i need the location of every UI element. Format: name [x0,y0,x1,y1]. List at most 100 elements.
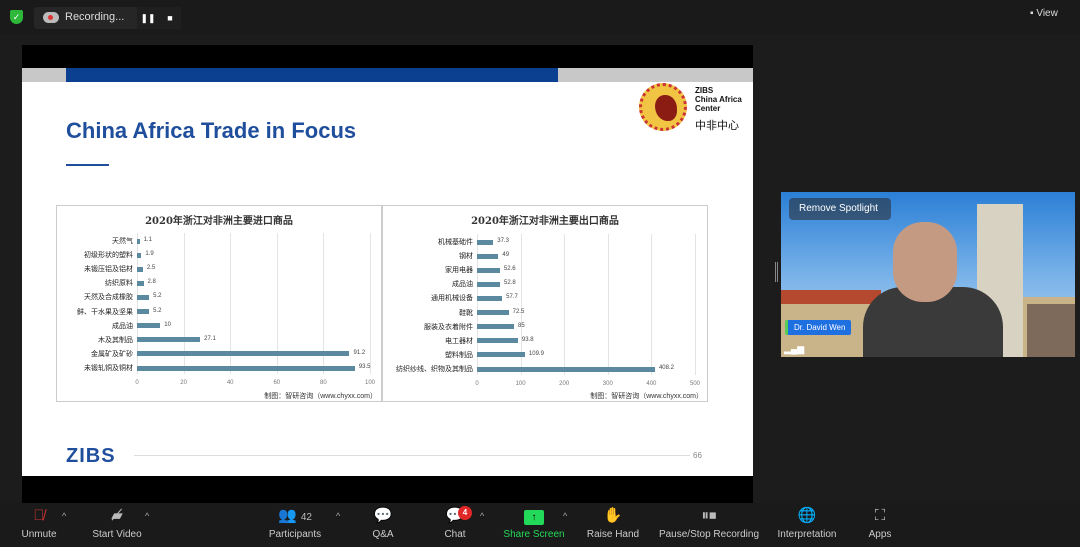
right-building [1027,304,1075,357]
data-label: 57.7 [506,294,518,301]
recording-label: Recording... [65,11,125,23]
chat-unread-badge: 4 [458,506,472,520]
apps-button[interactable]: ⛶ Apps [862,503,898,547]
bar [137,266,143,272]
raise-hand-button[interactable]: ✋ Raise Hand [584,503,642,547]
participant-video[interactable]: Remove Spotlight Dr. David Wen ▂▄▆ [781,192,1075,357]
bar [137,309,150,315]
category-label: 电工器材 [445,336,473,345]
category-label: 成品油 [112,321,133,330]
data-label: 27.1 [204,335,216,342]
bar [137,351,350,357]
share-screen-icon: ↑ [524,510,544,525]
data-label: 52.6 [503,266,516,273]
globe-icon: 🌐 [797,507,817,524]
panel-resize-handle[interactable] [775,262,778,282]
video-off-icon: ▰̸ [111,507,123,524]
participants-button[interactable]: 👥 42 Participants [262,503,328,547]
unmute-button[interactable]: 🎙̸ Unmute [14,503,64,547]
data-label: 1.1 [143,237,152,243]
category-label: 初级形状的塑料 [84,251,133,260]
bar [137,337,201,343]
category-label: 家用电器 [445,266,473,275]
speaker-face [893,222,957,302]
apps-icon: ⛶ [874,507,886,524]
bar [477,352,525,358]
qa-button[interactable]: 💬 Q&A [365,503,401,547]
bar [477,267,500,273]
data-label: 10 [164,321,171,328]
chat-caret[interactable]: ^ [480,511,484,521]
category-label: 鲜、干水果及坚果 [77,307,133,316]
category-label: 成品油 [452,280,473,289]
data-label: 2.8 [147,279,156,286]
data-label: 109.9 [528,350,544,357]
share-options-caret[interactable]: ^ [563,511,567,521]
chart-title: 2020年浙江对非洲主要出口商品 [471,216,619,227]
meeting-toolbar: 🎙̸ Unmute ^ ▰̸ Start Video ^ 👥 42 Participa… [0,503,1080,547]
participants-caret[interactable]: ^ [336,511,340,521]
x-tick-label: 60 [273,380,281,386]
bar [477,310,509,316]
footer-zibs-logo: ZIBS [66,445,116,467]
bar [137,323,161,329]
hand-icon: ✋ [603,507,623,524]
gridline [564,234,566,375]
data-label: 5.2 [153,293,162,300]
x-tick-label: 40 [226,380,234,386]
page-number: 66 [693,451,702,460]
category-label: 天然气 [112,237,133,245]
remove-spotlight-button[interactable]: Remove Spotlight [789,198,891,220]
x-tick-label: 100 [364,380,375,386]
video-options-caret[interactable]: ^ [145,511,149,521]
red-roof [781,290,881,304]
share-screen-button[interactable]: ↑ Share Screen [502,503,566,547]
bar [477,281,501,287]
data-label: 49 [502,252,510,259]
category-label: 机械基础件 [438,238,473,246]
start-video-button[interactable]: ▰̸ Start Video [86,503,148,547]
x-tick-label: 300 [602,381,613,387]
data-label: 5.2 [153,307,162,314]
gridline [607,234,609,375]
x-tick-label: 0 [135,380,139,386]
category-label: 通用机械设备 [431,294,473,303]
x-tick-label: 100 [515,381,526,387]
data-label: 85 [518,322,525,329]
pause-stop-icon: ⏸⏹ [701,507,717,524]
x-tick-label: 500 [689,381,700,387]
stop-recording-button[interactable]: ■ [159,7,181,29]
audio-options-caret[interactable]: ^ [62,511,66,521]
pause-stop-recording-button[interactable]: ⏸⏹ Pause/Stop Recording [655,503,763,547]
category-label: 未锻轧铜及铜材 [84,364,133,372]
gridline [651,234,653,375]
x-tick-label: 80 [320,380,327,386]
data-label: 37.3 [497,238,509,244]
view-button[interactable]: ▪ View [1030,8,1058,19]
bar [137,252,142,258]
category-label: 木及其制品 [98,335,133,344]
bar [137,365,355,371]
x-tick-label: 400 [646,381,657,387]
chart-source: 制图：智研咨询（www.chyxx.com） [264,393,377,400]
chart-source: 制图：智研咨询（www.chyxx.com） [590,393,703,400]
encryption-shield-icon[interactable]: ✓ [10,10,23,24]
gridline [370,233,371,374]
x-tick-label: 200 [559,381,570,387]
cloud-recording-icon [43,12,59,23]
slide: China Africa Trade in Focus ZIBS China Af… [22,68,753,476]
logo-text-cn: 中非中心 [695,120,739,132]
bar [137,238,140,244]
bar [477,253,499,259]
bar [477,295,503,301]
data-label: 408.2 [658,365,674,371]
category-label: 天然及合成橡胶 [84,293,133,302]
interpretation-button[interactable]: 🌐 Interpretation [770,503,844,547]
bar [477,324,515,330]
category-label: 钢材 [459,252,473,261]
china-africa-center-logo [639,83,687,131]
signal-strength-icon: ▂▄▆ [784,344,805,354]
chart-title: 2020年浙江对非洲主要进口商品 [145,216,293,227]
pause-recording-button[interactable]: ❚❚ [137,7,159,29]
footer-divider [134,455,690,456]
